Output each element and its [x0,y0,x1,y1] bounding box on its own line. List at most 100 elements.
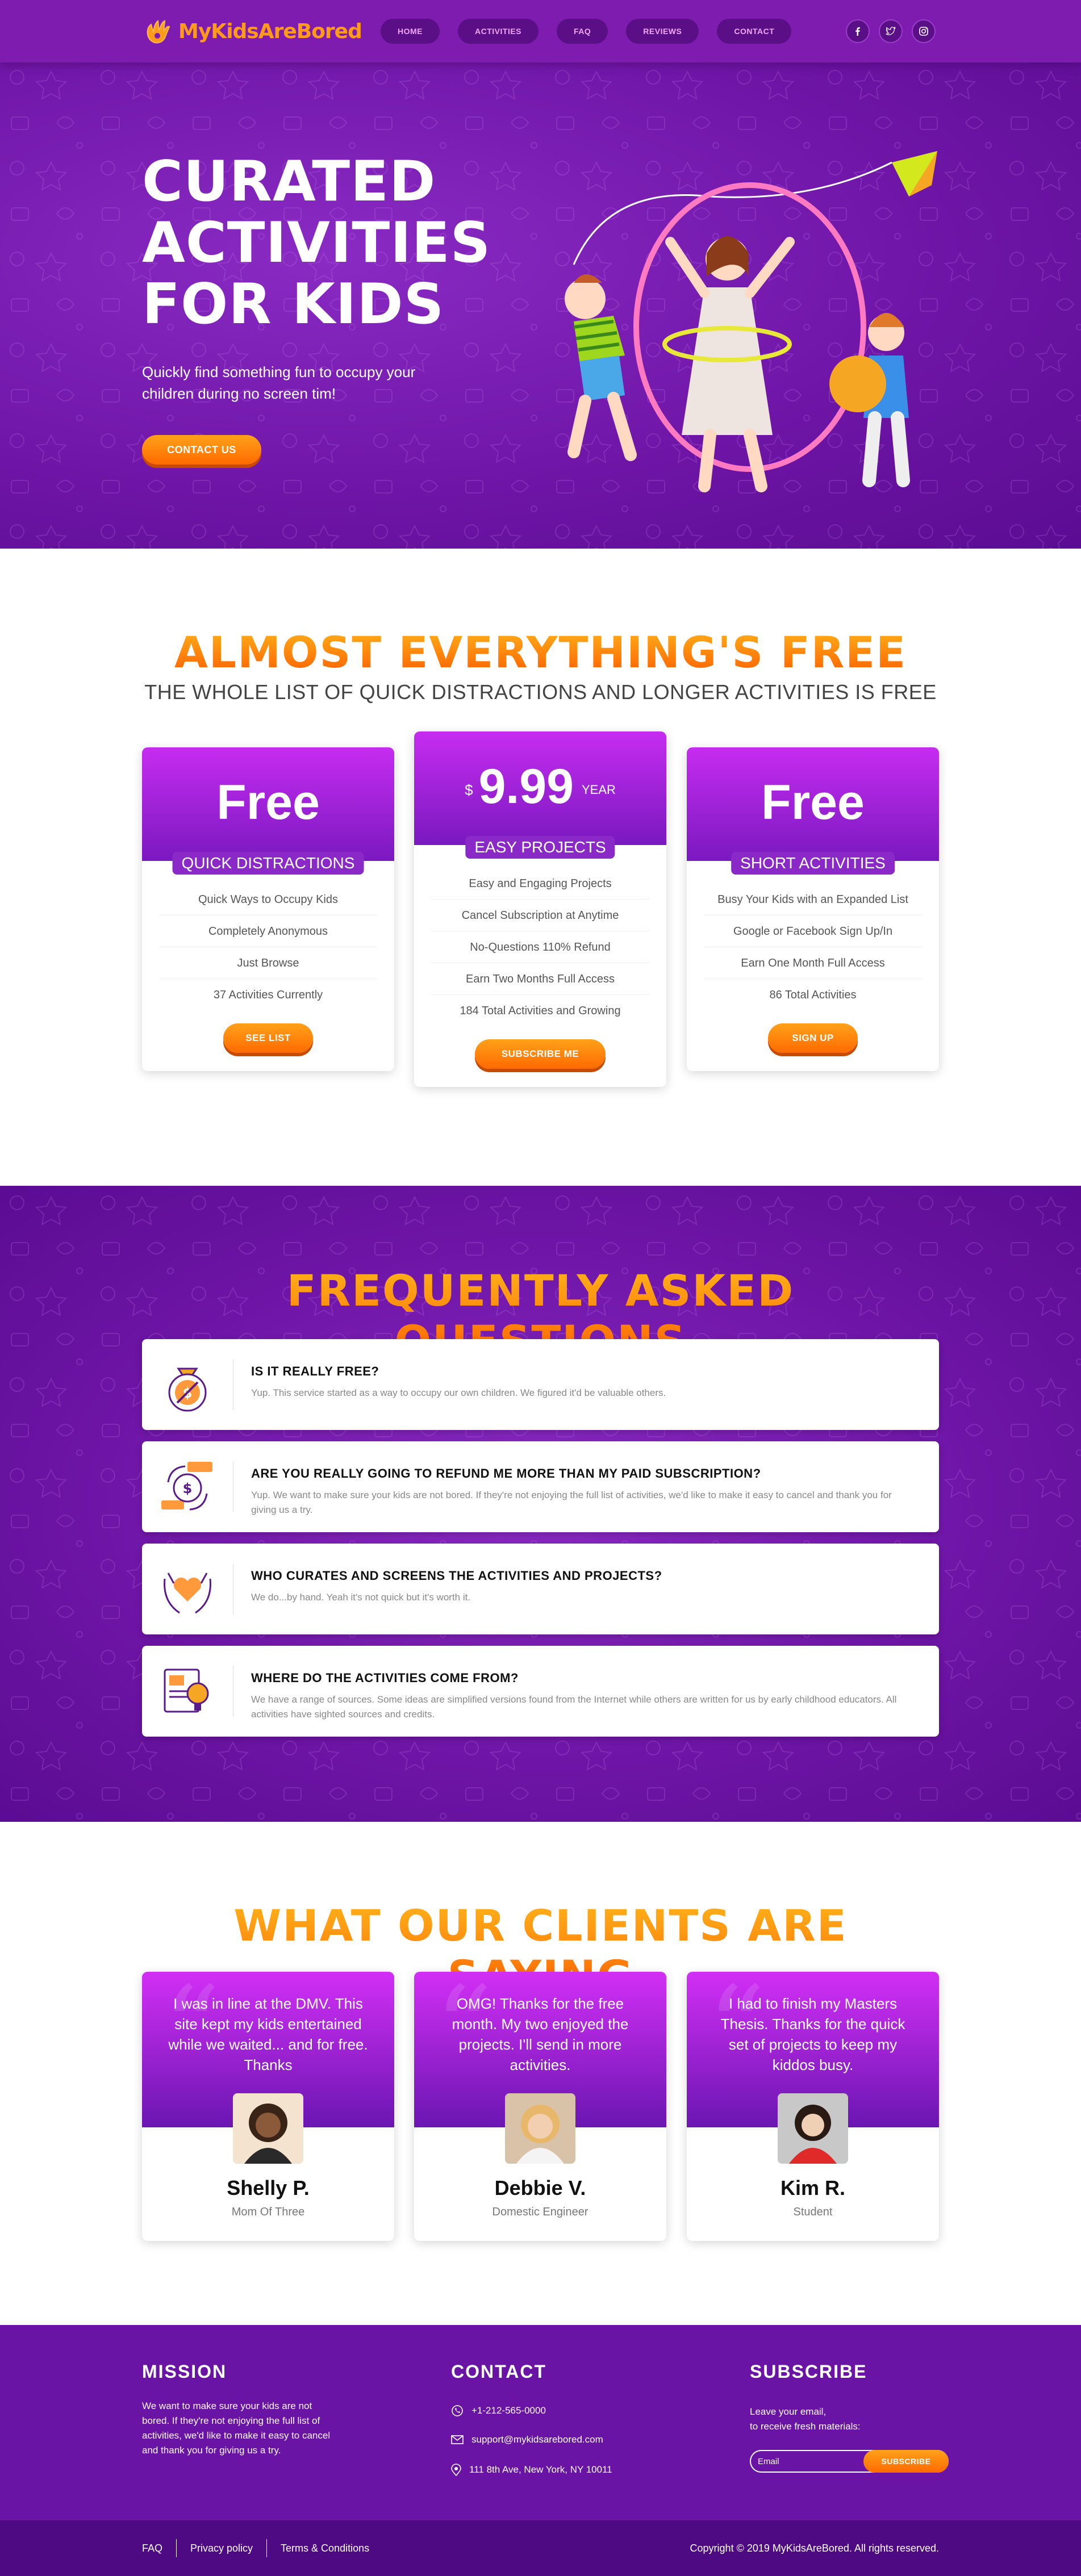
refund-coin-icon: $ [161,1462,212,1511]
testimonial-name: Kim R. [780,2176,845,2199]
hero-title: CURATED ACTIVITIES FOR KIDS [142,149,491,337]
plan-easy-projects: $9.99 YEAR EASY PROJECTS Easy and Engagin… [414,731,666,1087]
plan-feature: Quick Ways to Occupy Kids [159,884,377,915]
plan-name: EASY PROJECTS [465,836,615,859]
testimonial-role: Mom Of Three [231,2206,305,2218]
faq-question: WHERE DO THE ACTIVITIES COME FROM? [251,1671,519,1685]
email-link[interactable]: support@mykidsarebored.com [451,2434,603,2445]
testimonial-card: “ OMG! Thanks for the free month. My two… [414,1972,666,2241]
faq-answer: Yup. This service started as a way to oc… [251,1387,666,1398]
faq-answer: We do...by hand. Yeah it's not quick but… [251,1592,471,1603]
facebook-icon[interactable] [846,19,870,43]
mission-heading: MISSION [142,2361,227,2382]
faq-item[interactable]: $ ARE YOU REALLY GOING TO REFUND ME MORE… [142,1441,939,1532]
svg-text:$: $ [183,1481,193,1496]
plan-price: $9.99 YEAR [465,759,616,814]
address-line: 111 8th Ave, New York, NY 10011 [451,2464,612,2476]
brand-name: MyKidsAreBored [178,19,362,43]
avatar [778,2093,848,2164]
instagram-icon[interactable] [912,19,936,43]
subscribe-text: Leave your email, to receive fresh mater… [750,2406,861,2432]
testimonial-role: Student [793,2206,833,2218]
sign-up-button[interactable]: SIGN UP [768,1023,858,1053]
plan-feature: 184 Total Activities and Growing [460,1005,621,1017]
faq-answer: We have a range of sources. Some ideas a… [251,1694,897,1720]
plan-price: Free [216,775,320,830]
see-list-button[interactable]: SEE LIST [223,1023,313,1053]
pricing-subtitle: THE WHOLE LIST OF QUICK DISTRACTIONS AND… [144,680,937,704]
hand-logo-icon [147,20,170,44]
phone-link[interactable]: +1-212-565-0000 [451,2404,546,2417]
phone-icon [452,2405,463,2416]
plan-feature: Easy and Engaging Projects [431,868,649,900]
testimonial-role: Domestic Engineer [492,2206,589,2218]
contact-heading: CONTACT [451,2361,547,2382]
nav-faq[interactable]: FAQ [557,19,608,44]
faq-item[interactable]: WHERE DO THE ACTIVITIES COME FROM? We ha… [142,1646,939,1737]
testimonial-name: Debbie V. [494,2176,586,2199]
hero-section: CURATED ACTIVITIES FOR KIDS Quickly find… [0,60,1081,549]
social-links [846,19,936,43]
mission-text: We want to make sure your kids are not b… [142,2401,331,2456]
testimonial-quote: OMG! Thanks for the free month. My two e… [452,1995,629,2073]
site-header: MyKidsAreBored HOME ACTIVITIES FAQ REVIE… [0,0,1081,62]
plan-feature: No-Questions 110% Refund [431,931,649,963]
nav-activities[interactable]: ACTIVITIES [458,19,539,44]
site-footer: MISSION We want to make sure your kids a… [0,2325,1081,2576]
faq-question: ARE YOU REALLY GOING TO REFUND ME MORE T… [251,1466,761,1481]
footer-link-terms[interactable]: Terms & Conditions [281,2542,369,2554]
plan-short-activities: Free SHORT ACTIVITIES Busy Your Kids wit… [687,747,939,1071]
plan-feature: Busy Your Kids with an Expanded List [704,884,922,915]
document-idea-icon [164,1668,209,1713]
faq-section: FREQUENTLY ASKED QUESTIONS $ IS IT REALL… [0,1186,1081,1822]
plan-feature: Just Browse [159,947,377,979]
footer-links: FAQ Privacy policy Terms & Conditions [142,2539,369,2557]
footer-link-privacy[interactable]: Privacy policy [190,2542,253,2554]
plan-price: Free [761,775,865,830]
plan-feature: 86 Total Activities [769,989,857,1001]
faq-answer: Yup. We want to make sure your kids are … [251,1490,892,1515]
nav-reviews[interactable]: REVIEWS [626,19,699,44]
footer-link-faq[interactable]: FAQ [142,2542,162,2554]
money-bag-icon: $ [168,1368,207,1412]
testimonial-quote: I had to finish my Masters Thesis. Thank… [720,1995,905,2073]
testimonials-section: WHAT OUR CLIENTS ARE SAYING “ I was in l… [0,1822,1081,2325]
plan-feature: 37 Activities Currently [213,989,323,1001]
plan-feature: Completely Anonymous [159,915,377,947]
avatar [233,2093,303,2164]
nav-home[interactable]: HOME [381,19,440,44]
copyright: Copyright © 2019 MyKidsAreBored. All rig… [690,2542,939,2554]
envelope-icon [451,2435,464,2444]
nav-contact[interactable]: CONTACT [717,19,792,44]
subscribe-me-button[interactable]: SUBSCRIBE ME [475,1039,606,1069]
avatar [505,2093,575,2164]
twitter-icon[interactable] [879,19,903,43]
plan-feature: Earn Two Months Full Access [431,963,649,995]
hands-heart-icon [164,1573,211,1614]
plan-feature: Earn One Month Full Access [704,947,922,979]
brand-logo[interactable]: MyKidsAreBored [142,15,381,47]
email-input[interactable]: Email [758,2457,779,2466]
pricing-section: ALMOST EVERYTHING'S FREE THE WHOLE LIST … [0,549,1081,1186]
plan-quick-distractions: Free QUICK DISTRACTIONS Quick Ways to Oc… [142,747,394,1071]
subscribe-form: Email SUBSCRIBE [750,2450,949,2473]
subscribe-button[interactable]: SUBSCRIBE [863,2450,949,2473]
testimonial-name: Shelly P. [227,2176,310,2199]
faq-question: IS IT REALLY FREE? [251,1364,379,1378]
faq-question: WHO CURATES AND SCREENS THE ACTIVITIES A… [251,1569,662,1583]
hero-tagline: Quickly find something fun to occupy you… [142,363,416,402]
kids-illustration [565,151,937,492]
plan-feature: Cancel Subscription at Anytime [431,900,649,931]
faq-item[interactable]: WHO CURATES AND SCREENS THE ACTIVITIES A… [142,1544,939,1634]
location-pin-icon [451,2464,461,2476]
testimonial-card: “ I had to finish my Masters Thesis. Tha… [687,1972,939,2241]
plan-name: QUICK DISTRACTIONS [172,852,364,875]
plan-feature: Google or Facebook Sign Up/In [704,915,922,947]
plan-name: SHORT ACTIVITIES [731,852,895,875]
main-nav: HOME ACTIVITIES FAQ REVIEWS CONTACT [381,19,792,44]
contact-us-button[interactable]: CONTACT US [142,435,261,465]
pricing-title: ALMOST EVERYTHING'S FREE [142,627,939,678]
faq-item[interactable]: $ IS IT REALLY FREE? Yup. This service s… [142,1339,939,1430]
testimonial-quote: I was in line at the DMV. This site kept… [168,1995,368,2073]
testimonial-card: “ I was in line at the DMV. This site ke… [142,1972,394,2241]
